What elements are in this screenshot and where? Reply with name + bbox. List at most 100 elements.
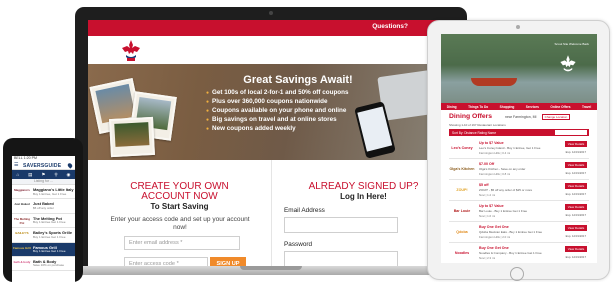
create-account-instructions: Enter your access code and set up your a… [110,216,250,231]
list-item[interactable]: Maggiano's Maggiano's Little Italy Buy 1… [12,185,75,200]
home-button[interactable] [510,267,524,281]
offer-detail: Leo's Coney Island - Buy 1 Entree, Get 1… [479,146,541,150]
offer-title: Up to $7 Value [479,141,504,145]
scout-emblem-logo [560,55,576,72]
password-label: Password [284,241,313,248]
offer-description: Buy 1 Entree Get 1 Free [33,220,66,225]
email-address-input[interactable]: Enter email address * [124,236,240,250]
restaurant-logo: Leo's Coney [451,146,473,150]
create-title-line2: ACCOUNT NOW [141,191,218,202]
laptop-website: Questions? Great Savings Await! Get 100s… [88,20,454,266]
phone-nav-bar: ⌂ ▤ ⚑ ⚲ ◉ [12,170,75,179]
offer-expiry: Exp. 12/31/2017 [565,171,586,175]
campfire-photo [109,116,155,158]
offer-description: $5 off any order [33,205,54,210]
tablet-header-links[interactable]: Scout Site Welcome Back [555,42,589,46]
camera-icon [516,25,520,29]
merchant-logo: bath & body [13,259,31,264]
home-icon[interactable]: ⌂ [16,172,19,177]
nav-item-dining[interactable]: Dining [447,105,457,109]
tag-icon[interactable]: ⚑ [41,172,45,178]
nav-item-travel[interactable]: Travel [582,105,591,109]
offer-title: Buy One Get One [479,246,509,250]
offer-location: Farmington Hills | 0.4 mi [479,151,511,155]
restaurant-logo: Noodles [454,251,470,255]
offer-expiry: Exp. 12/31/2017 [565,150,586,154]
page-title: Dining Offers [449,113,493,120]
offer-title: Buy One Get One [479,225,509,229]
nav-item-online-offers[interactable]: Online Offers [550,105,570,109]
tablet-nav-bar: Dining Things To Do Shopping Services On… [441,103,597,110]
create-account-title: CREATE YOUR OWN ACCOUNT NOW [88,182,271,202]
offer-row[interactable]: Bar Louie Up to $7 Value Bar Louie - Buy… [449,201,589,222]
merchant-logo: Maggiano's [14,188,30,192]
view-details-button[interactable]: View Details [565,246,587,252]
offer-row[interactable]: ZOUP! $5 off ZOUP! - $5 off any order of… [449,180,589,201]
nav-item-services[interactable]: Services [526,105,539,109]
offer-row[interactable]: Leo's Coney Up to $7 Value Leo's Coney I… [449,138,589,159]
merchant-logo: BAILEY'S [15,231,29,236]
offer-expiry: Exp. 12/31/2017 [565,192,586,196]
offer-description: Buy 1 Entree Get 1 Free [33,249,66,254]
offer-detail: Olga's Kitchen - Save on any order [479,167,526,171]
questions-link[interactable]: Questions? [372,23,408,30]
login-password-input[interactable] [284,251,398,266]
offer-location: Novi | 2.3 mi [479,256,496,260]
location-pin-icon[interactable] [66,162,74,169]
email-label: Email Address [284,207,325,214]
offer-title: Up to $7 Value [479,204,504,208]
offer-location: Novi | 1.2 mi [479,193,496,197]
offer-location: Farmington Hills | 2.0 mi [479,235,511,239]
list-item-selected[interactable]: Famous Grill Famous Grill Buy 1 Entree G… [12,242,75,257]
hamburger-menu-icon[interactable]: ☰ [14,162,18,168]
offer-location: Novi | 1.6 mi [479,214,496,218]
offer-row[interactable]: Qdoba Buy One Get One Qdoba Mexican Eats… [449,222,589,243]
change-location-button[interactable]: Change Location [542,114,570,120]
tablet-app-screen: Scout Site Welcome Back Dining Things To… [441,34,597,263]
list-item[interactable]: Just Baked Just Baked $5 off any order [12,199,75,214]
create-account-subtitle: To Start Saving [150,202,209,211]
list-item[interactable]: bath & body Bath & Body Save 10% on purc… [12,257,75,272]
offer-expiry: Exp. 12/31/2017 [565,234,586,238]
hero-banner: Great Savings Await! Get 100s of local 2… [88,64,454,160]
restaurant-logo: Olga's Kitchen [449,167,475,171]
offer-detail: Bar Louie - Buy 1 Entree Get 1 Free [479,209,528,213]
category-icon[interactable]: ▤ [28,172,32,178]
view-details-button[interactable]: View Details [565,183,587,189]
sort-select[interactable] [555,130,587,135]
view-details-button[interactable]: View Details [565,204,587,210]
offer-title: $5 off [479,183,489,187]
offer-row[interactable]: Olga's Kitchen $7.00 Off Olga's Kitchen … [449,159,589,180]
sort-options[interactable]: Sort By: Distance Rating Name [452,131,496,135]
offer-location: Farmington Hills | 0.8 mi [479,172,511,176]
nav-item-things-to-do[interactable]: Things To Do [468,105,488,109]
login-email-input[interactable] [284,217,398,233]
access-code-input[interactable]: Enter access code * [124,257,208,266]
sign-up-button[interactable]: SIGN UP [210,257,246,266]
location-text: near Farmington, MI [505,115,537,119]
tablet-frame: Scout Site Welcome Back Dining Things To… [427,20,610,281]
restaurant-logo: Qdoba [456,230,468,234]
offer-description: Buy 1 Entree Get 1 Free [33,234,66,239]
view-details-button[interactable]: View Details [565,141,587,147]
create-account-section: CREATE YOUR OWN ACCOUNT NOW To Start Sav… [88,160,271,266]
phone-app-screen: BELL 1:20 PM ☰ SAVERSGUIDE ⌂ ▤ ⚑ ⚲ ◉ Lis… [12,156,75,282]
offer-description: Save 10% on purchase [33,263,65,268]
nav-item-shopping[interactable]: Shopping [500,105,515,109]
hero-bullet-list: Get 100s of local 2-for-1 and 50% off co… [206,89,366,134]
view-details-button[interactable]: View Details [565,162,587,168]
tablet-hero-image: Scout Site Welcome Back [441,34,597,103]
canoe-image [471,78,517,86]
pin-icon[interactable]: ◉ [67,172,71,178]
list-item[interactable]: The Melting Pot The Melting Pot Buy 1 En… [12,214,75,229]
view-details-button[interactable]: View Details [565,225,587,231]
list-item[interactable]: BAILEY'S Bailey's Sports Grille Buy 1 En… [12,228,75,243]
offer-detail: Noodles & Company - Buy 1 Entree Get 1 F… [479,251,542,255]
offer-expiry: Exp. 12/31/2017 [565,213,586,217]
offer-row[interactable]: Noodles Buy One Get One Noodles & Compan… [449,243,589,263]
offer-title: $7.00 Off [479,162,495,166]
restaurant-logo: ZOUP! [456,188,468,192]
phone-app-header: ☰ SAVERSGUIDE [12,161,75,170]
search-icon[interactable]: ⚲ [54,172,57,178]
offer-expiry: Exp. 12/31/2017 [565,255,586,259]
